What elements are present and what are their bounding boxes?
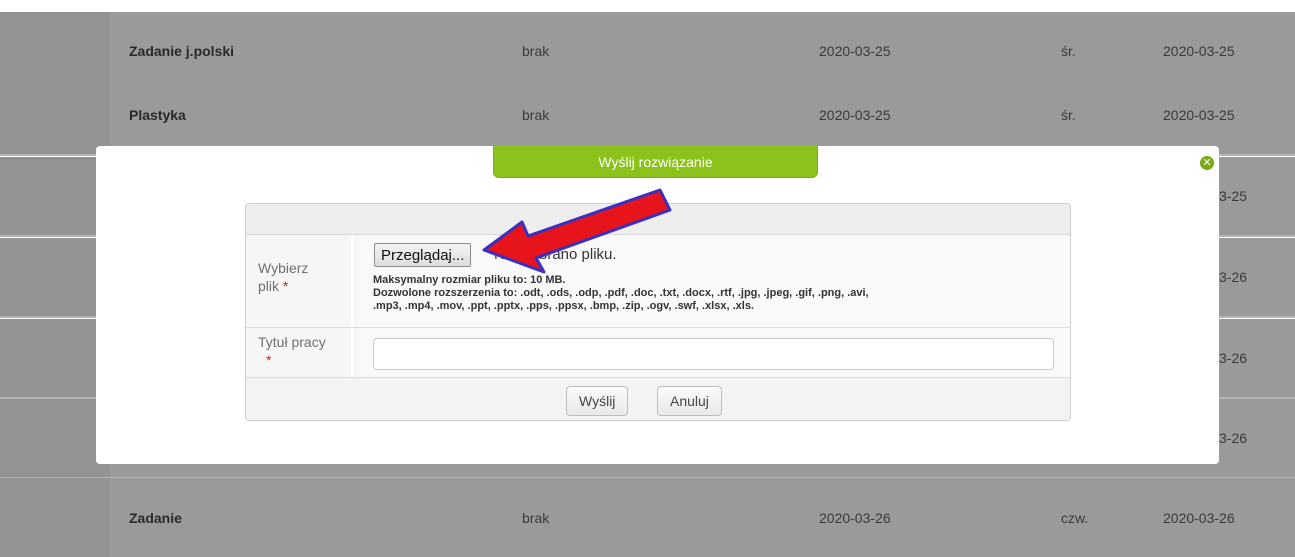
row-subject: Zadanie (129, 509, 182, 526)
row-day: śr. (1061, 107, 1076, 123)
title-row: Tytuł pracy * (246, 328, 1070, 378)
submit-button[interactable]: Wyślij (566, 386, 629, 416)
close-icon[interactable]: ✕ (1200, 156, 1214, 170)
title-label: Tytuł pracy * (258, 334, 326, 368)
row-status: brak (522, 107, 550, 123)
title-input[interactable] (373, 338, 1054, 370)
row-subject: Plastyka (129, 107, 186, 123)
cancel-button[interactable]: Anuluj (657, 386, 722, 416)
row-day: czw. (1061, 509, 1089, 526)
extensions-hint-line1: Dozwolone rozszerzenia to: .odt, .ods, .… (373, 287, 869, 299)
page-top-strip (0, 0, 1295, 12)
red-arrow-annotation-icon (482, 188, 672, 274)
row-date-due: 2020-03-26 (1163, 509, 1235, 526)
row-date-issued: 2020-03-26 (819, 509, 891, 526)
row-date-due: 3-25 (1219, 188, 1248, 204)
extensions-hint-line2: .mp3, .mp4, .mov, .ppt, .pptx, .pps, .pp… (373, 300, 754, 312)
form-actions: Wyślij Anuluj (246, 378, 1070, 420)
file-label: Wybierz plik * (258, 260, 309, 294)
row-date-due: 3-26 (1219, 350, 1248, 366)
table-row[interactable]: Zadanie brak 2020-03-26 czw. 2020-03-26 (0, 478, 1295, 557)
row-date-due: 3-26 (1219, 430, 1248, 446)
row-status: brak (522, 509, 550, 526)
required-mark: * (282, 278, 289, 294)
required-mark: * (266, 352, 272, 368)
table-row[interactable]: Plastyka brak 2020-03-25 śr. 2020-03-25 (0, 76, 1295, 156)
row-date-due: 3-26 (1219, 269, 1248, 285)
dialog-title: Wyślij rozwiązanie (493, 146, 818, 178)
browse-file-button[interactable]: Przeglądaj... (374, 243, 472, 267)
row-date-issued: 2020-03-25 (819, 107, 891, 123)
row-date-due: 2020-03-25 (1163, 107, 1235, 123)
